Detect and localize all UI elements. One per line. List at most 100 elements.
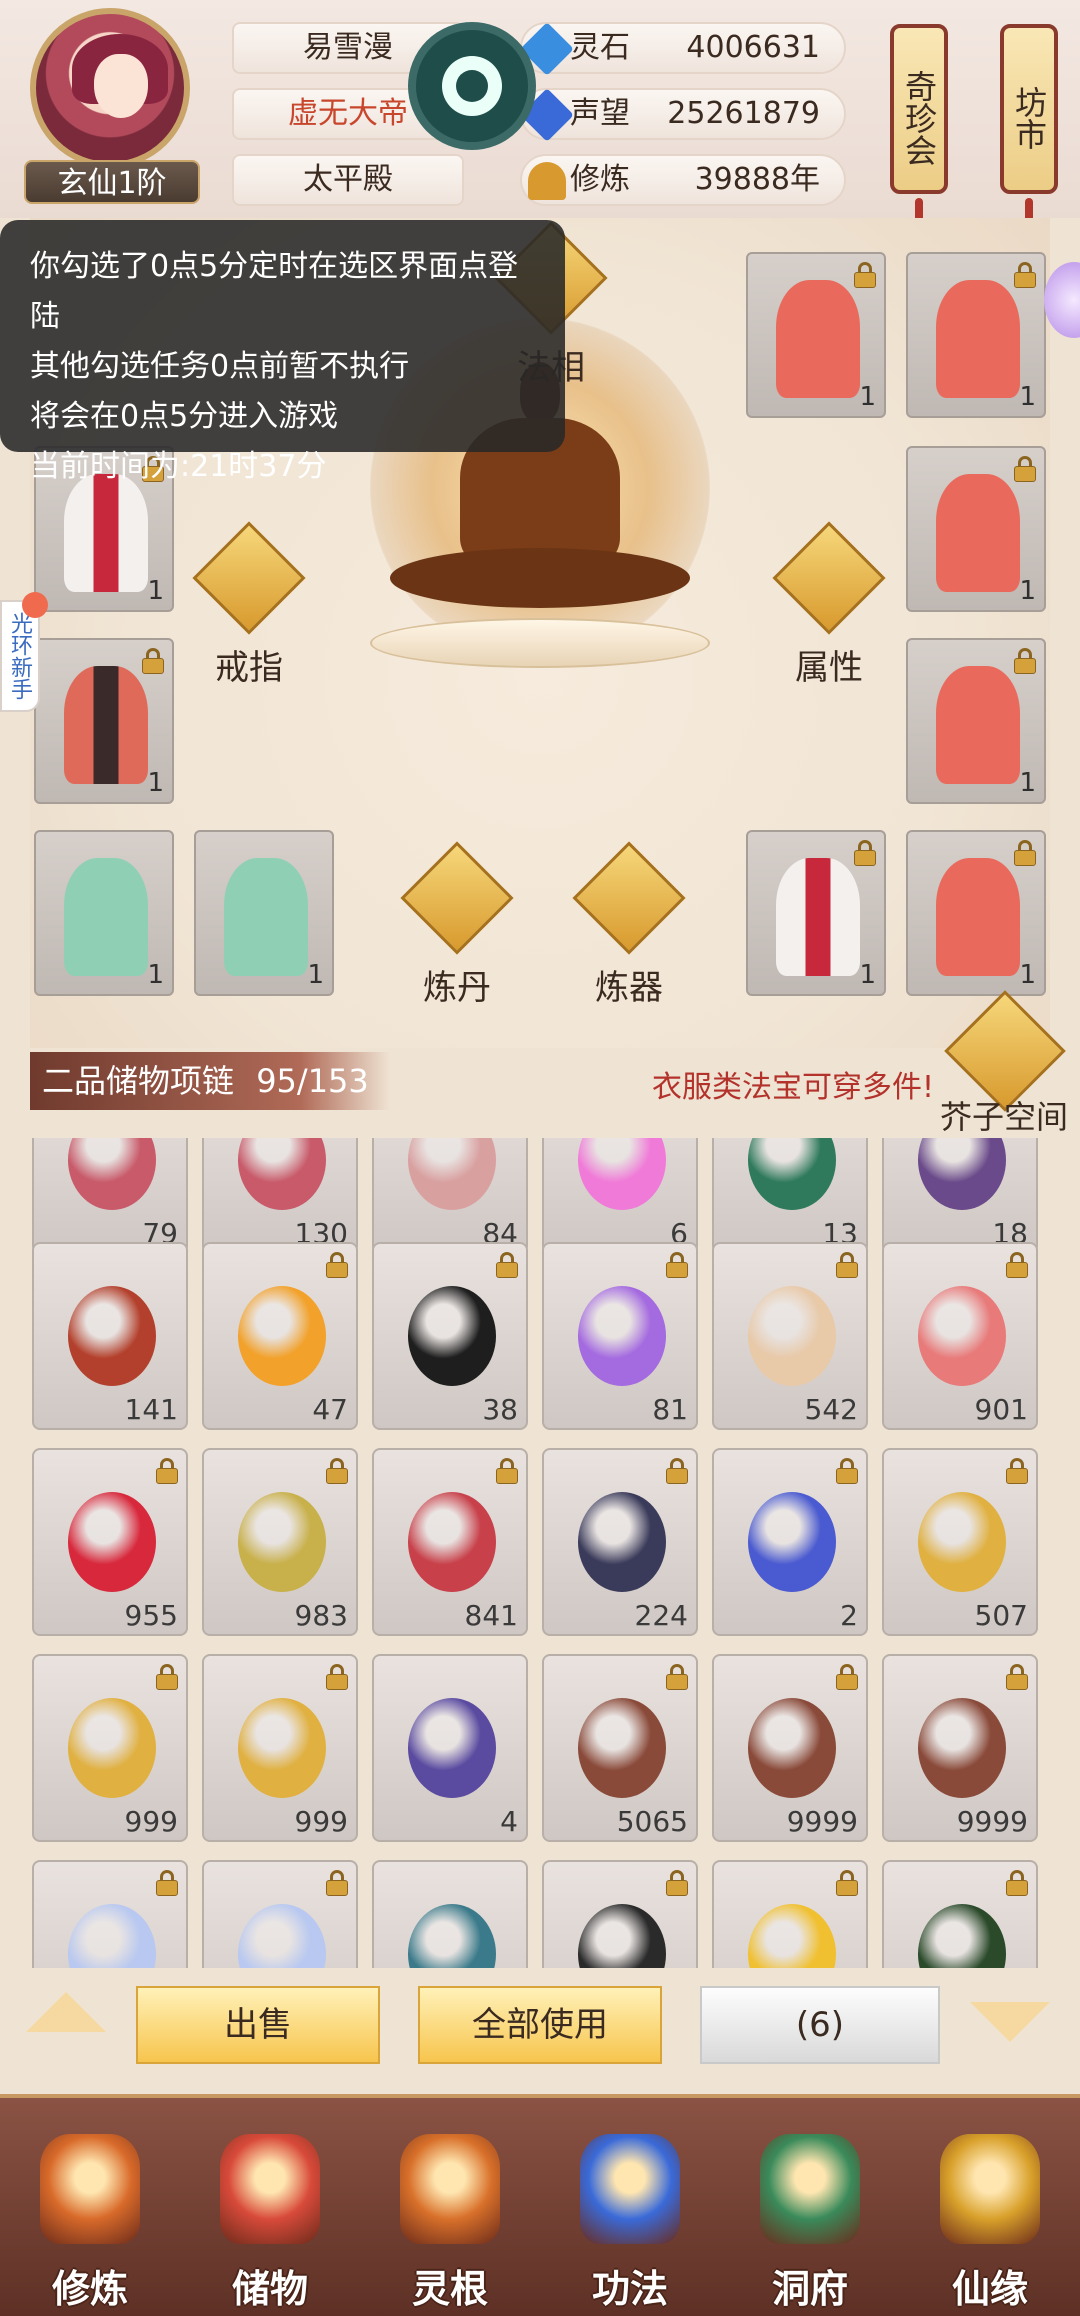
inventory-cell[interactable]: 841 [372, 1448, 528, 1636]
nav-item[interactable]: 洞府 [720, 2098, 900, 2316]
lock-icon [854, 262, 876, 288]
inventory-cell[interactable]: 130 [202, 1138, 358, 1254]
nav-item[interactable]: 仙缘 [900, 2098, 1080, 2316]
inventory-cell[interactable]: 983 [202, 1448, 358, 1636]
attributes-button[interactable]: 属性 [772, 521, 886, 698]
nav-item[interactable]: 功法 [540, 2098, 720, 2316]
market-button[interactable]: 坊市 [1000, 24, 1058, 194]
alchemy-button[interactable]: 炼丹 [400, 841, 514, 1018]
item-count: 2 [840, 1599, 858, 1632]
resource-value: 25261879 [667, 96, 820, 131]
lock-icon [1006, 1458, 1028, 1484]
inventory-cell[interactable]: 81 [542, 1242, 698, 1430]
inventory-cell[interactable]: 542 [712, 1242, 868, 1430]
inventory-cell[interactable] [712, 1860, 868, 1968]
equip-slot[interactable]: 1 [194, 830, 334, 996]
nav-item[interactable]: 灵根 [360, 2098, 540, 2316]
floating-assistant-button[interactable] [408, 22, 536, 150]
forging-button[interactable]: 炼器 [572, 841, 686, 1018]
inventory-cell[interactable]: 18 [882, 1138, 1038, 1254]
inventory-cell[interactable]: 2 [712, 1448, 868, 1636]
lock-icon [142, 648, 164, 674]
inventory-cell[interactable]: 84 [372, 1138, 528, 1254]
item-icon [238, 1492, 326, 1592]
equip-slot[interactable]: 1 [34, 830, 174, 996]
lock-icon [326, 1252, 348, 1278]
resource-label: 声望 [570, 96, 630, 131]
signal-icon-core [456, 70, 488, 102]
item-count: 1 [859, 960, 876, 990]
item-count: 1 [1019, 768, 1036, 798]
item-count: 5065 [616, 1805, 688, 1838]
cultivation-display: 修炼 39888年 [520, 154, 846, 206]
inventory-cell[interactable]: 901 [882, 1242, 1038, 1430]
item-count: 999 [124, 1805, 178, 1838]
rank-badge: 玄仙1阶 [24, 160, 200, 204]
inventory-cell[interactable]: 13 [712, 1138, 868, 1254]
item-count: 1 [859, 382, 876, 412]
inventory-cell[interactable]: 9999 [882, 1654, 1038, 1842]
item-count: 1 [147, 768, 164, 798]
lock-icon [1014, 456, 1036, 482]
inventory-cell[interactable]: 955 [32, 1448, 188, 1636]
item-icon [408, 1698, 496, 1798]
spirit-root-icon [400, 2134, 500, 2244]
equip-slot[interactable]: 1 [746, 252, 886, 418]
player-avatar[interactable] [30, 8, 190, 168]
inventory-cell[interactable] [542, 1860, 698, 1968]
inventory-cell[interactable] [32, 1860, 188, 1968]
lock-icon [666, 1664, 688, 1690]
equip-slot[interactable]: 1 [906, 446, 1046, 612]
quantity-field[interactable]: (6) [700, 1986, 940, 2064]
use-all-button[interactable]: 全部使用 [418, 1986, 662, 2064]
equip-slot[interactable]: 1 [746, 830, 886, 996]
pedestal [370, 618, 710, 668]
robe-icon [776, 280, 860, 398]
storage-bag-icon [220, 2134, 320, 2244]
scroll-up-arrow-icon[interactable] [26, 1992, 106, 2032]
item-icon [408, 1904, 496, 1968]
item-icon [408, 1138, 496, 1210]
inventory-cell[interactable]: 999 [32, 1654, 188, 1842]
inventory-cell[interactable] [202, 1860, 358, 1968]
storage-space-label[interactable]: 芥子空间 [940, 1092, 1068, 1138]
item-icon [918, 1492, 1006, 1592]
inventory-cell[interactable]: 6 [542, 1138, 698, 1254]
equip-slot[interactable]: 1 [906, 252, 1046, 418]
item-count: 901 [974, 1393, 1028, 1426]
item-icon [68, 1492, 156, 1592]
item-count: 224 [634, 1599, 688, 1632]
scroll-down-arrow-icon[interactable] [970, 2002, 1050, 2042]
inventory-cell[interactable]: 141 [32, 1242, 188, 1430]
inventory-cell[interactable]: 224 [542, 1448, 698, 1636]
ring-button[interactable]: 戒指 [192, 521, 306, 698]
signal-icon [442, 56, 502, 116]
inventory-cell[interactable]: 999 [202, 1654, 358, 1842]
equip-slot[interactable]: 1 [906, 638, 1046, 804]
item-icon [68, 1698, 156, 1798]
inventory-cell[interactable]: 79 [32, 1138, 188, 1254]
inventory-cell[interactable]: 38 [372, 1242, 528, 1430]
nav-item[interactable]: 修炼 [0, 2098, 180, 2316]
bottom-navigation: 修炼 储物 灵根 功法 洞府 仙缘 [0, 2094, 1080, 2316]
equip-slot[interactable]: 1 [34, 638, 174, 804]
lock-icon [836, 1252, 858, 1278]
inventory-cell[interactable] [882, 1860, 1038, 1968]
bag-title: 二品储物项链 [42, 1062, 235, 1100]
robe-icon [936, 280, 1020, 398]
robe-icon [64, 858, 148, 976]
treasure-fair-button[interactable]: 奇珍会 [890, 24, 948, 194]
nav-item[interactable]: 储物 [180, 2098, 360, 2316]
equip-slot[interactable]: 1 [906, 830, 1046, 996]
inventory-cell[interactable]: 4 [372, 1654, 528, 1842]
inventory-grid[interactable]: 79 130 84 6 13 18 141 47 38 81 542 901 955 983 841 224 2… [18, 1138, 1062, 1968]
inventory-cell[interactable]: 47 [202, 1242, 358, 1430]
sell-button[interactable]: 出售 [136, 1986, 380, 2064]
inventory-cell[interactable] [372, 1860, 528, 1968]
item-count: 47 [312, 1393, 348, 1426]
lock-icon [326, 1458, 348, 1484]
inventory-cell[interactable]: 9999 [712, 1654, 868, 1842]
inventory-cell[interactable]: 5065 [542, 1654, 698, 1842]
inventory-cell[interactable]: 507 [882, 1448, 1038, 1636]
resource-value: 4006631 [686, 30, 820, 65]
